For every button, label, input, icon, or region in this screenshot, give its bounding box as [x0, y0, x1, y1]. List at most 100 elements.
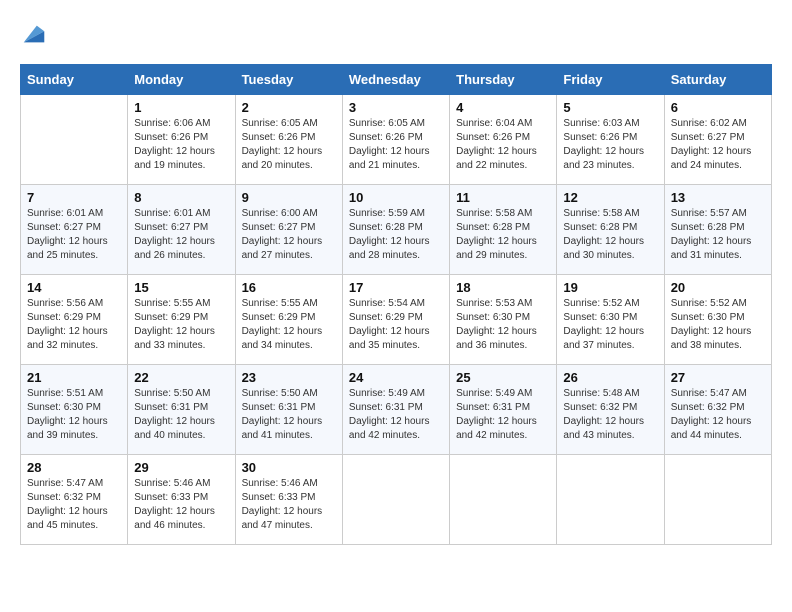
- day-info: Sunrise: 5:47 AM Sunset: 6:32 PM Dayligh…: [27, 477, 121, 533]
- calendar-cell: 10 Sunrise: 5:59 AM Sunset: 6:28 PM Dayli…: [342, 185, 449, 275]
- calendar-week-2: 7 Sunrise: 6:01 AM Sunset: 6:27 PM Daylig…: [21, 185, 772, 275]
- day-info: Sunrise: 5:57 AM Sunset: 6:28 PM Dayligh…: [671, 207, 765, 263]
- calendar-table: SundayMondayTuesdayWednesdayThursdayFrid…: [20, 64, 772, 545]
- calendar-cell: [557, 455, 664, 545]
- day-info: Sunrise: 5:52 AM Sunset: 6:30 PM Dayligh…: [671, 297, 765, 353]
- calendar-cell: 8Sunrise: 6:01 AM Sunset: 6:27 PM Daylig…: [128, 185, 235, 275]
- calendar-cell: 28 Sunrise: 5:47 AM Sunset: 6:32 PM Dayli…: [21, 455, 128, 545]
- day-number: 2: [242, 100, 336, 115]
- calendar-cell: 23 Sunrise: 5:50 AM Sunset: 6:31 PM Dayli…: [235, 365, 342, 455]
- day-info: Sunrise: 5:55 AM Sunset: 6:29 PM Dayligh…: [134, 297, 228, 353]
- day-info: Sunrise: 6:00 AM Sunset: 6:27 PM Dayligh…: [242, 207, 336, 263]
- day-header-saturday: Saturday: [664, 65, 771, 95]
- calendar-cell: 20 Sunrise: 5:52 AM Sunset: 6:30 PM Dayli…: [664, 275, 771, 365]
- day-info: Sunrise: 6:03 AM Sunset: 6:26 PM Dayligh…: [563, 117, 657, 173]
- day-number: 15: [134, 280, 228, 295]
- calendar-cell: 3Sunrise: 6:05 AM Sunset: 6:26 PM Daylig…: [342, 95, 449, 185]
- day-info: Sunrise: 5:50 AM Sunset: 6:31 PM Dayligh…: [242, 387, 336, 443]
- page-header: [20, 20, 772, 48]
- calendar-cell: 30 Sunrise: 5:46 AM Sunset: 6:33 PM Dayli…: [235, 455, 342, 545]
- calendar-cell: 14Sunrise: 5:56 AM Sunset: 6:29 PM Dayli…: [21, 275, 128, 365]
- calendar-cell: 27 Sunrise: 5:47 AM Sunset: 6:32 PM Dayli…: [664, 365, 771, 455]
- day-number: 27: [671, 370, 765, 385]
- day-header-tuesday: Tuesday: [235, 65, 342, 95]
- day-number: 28: [27, 460, 121, 475]
- day-info: Sunrise: 5:49 AM Sunset: 6:31 PM Dayligh…: [456, 387, 550, 443]
- day-info: Sunrise: 5:52 AM Sunset: 6:30 PM Dayligh…: [563, 297, 657, 353]
- day-info: Sunrise: 5:51 AM Sunset: 6:30 PM Dayligh…: [27, 387, 121, 443]
- day-info: Sunrise: 5:46 AM Sunset: 6:33 PM Dayligh…: [242, 477, 336, 533]
- calendar-week-4: 21 Sunrise: 5:51 AM Sunset: 6:30 PM Dayli…: [21, 365, 772, 455]
- day-number: 8: [134, 190, 228, 205]
- day-info: Sunrise: 5:53 AM Sunset: 6:30 PM Dayligh…: [456, 297, 550, 353]
- calendar-cell: 21 Sunrise: 5:51 AM Sunset: 6:30 PM Dayli…: [21, 365, 128, 455]
- day-number: 30: [242, 460, 336, 475]
- day-info: Sunrise: 5:48 AM Sunset: 6:32 PM Dayligh…: [563, 387, 657, 443]
- logo-icon: [20, 20, 48, 48]
- day-header-sunday: Sunday: [21, 65, 128, 95]
- calendar-cell: 16 Sunrise: 5:55 AM Sunset: 6:29 PM Dayli…: [235, 275, 342, 365]
- day-header-wednesday: Wednesday: [342, 65, 449, 95]
- calendar-cell: 15 Sunrise: 5:55 AM Sunset: 6:29 PM Dayli…: [128, 275, 235, 365]
- calendar-cell: 18 Sunrise: 5:53 AM Sunset: 6:30 PM Dayli…: [450, 275, 557, 365]
- day-number: 7: [27, 190, 121, 205]
- calendar-cell: [450, 455, 557, 545]
- day-info: Sunrise: 5:54 AM Sunset: 6:29 PM Dayligh…: [349, 297, 443, 353]
- day-info: Sunrise: 6:06 AM Sunset: 6:26 PM Dayligh…: [134, 117, 228, 173]
- day-info: Sunrise: 5:55 AM Sunset: 6:29 PM Dayligh…: [242, 297, 336, 353]
- calendar-cell: [21, 95, 128, 185]
- calendar-cell: [664, 455, 771, 545]
- calendar-cell: 19 Sunrise: 5:52 AM Sunset: 6:30 PM Dayli…: [557, 275, 664, 365]
- day-info: Sunrise: 5:58 AM Sunset: 6:28 PM Dayligh…: [456, 207, 550, 263]
- day-info: Sunrise: 5:58 AM Sunset: 6:28 PM Dayligh…: [563, 207, 657, 263]
- day-number: 20: [671, 280, 765, 295]
- day-number: 12: [563, 190, 657, 205]
- day-number: 19: [563, 280, 657, 295]
- day-info: Sunrise: 5:56 AM Sunset: 6:29 PM Dayligh…: [27, 297, 121, 353]
- day-header-monday: Monday: [128, 65, 235, 95]
- day-number: 18: [456, 280, 550, 295]
- day-header-friday: Friday: [557, 65, 664, 95]
- calendar-cell: 5 Sunrise: 6:03 AM Sunset: 6:26 PM Daylig…: [557, 95, 664, 185]
- calendar-cell: 4Sunrise: 6:04 AM Sunset: 6:26 PM Daylig…: [450, 95, 557, 185]
- day-number: 1: [134, 100, 228, 115]
- day-number: 5: [563, 100, 657, 115]
- day-number: 13: [671, 190, 765, 205]
- calendar-cell: 12 Sunrise: 5:58 AM Sunset: 6:28 PM Dayli…: [557, 185, 664, 275]
- day-number: 25: [456, 370, 550, 385]
- calendar-cell: 25 Sunrise: 5:49 AM Sunset: 6:31 PM Dayli…: [450, 365, 557, 455]
- day-number: 17: [349, 280, 443, 295]
- day-number: 24: [349, 370, 443, 385]
- day-info: Sunrise: 6:05 AM Sunset: 6:26 PM Dayligh…: [349, 117, 443, 173]
- calendar-cell: 29Sunrise: 5:46 AM Sunset: 6:33 PM Dayli…: [128, 455, 235, 545]
- calendar-cell: 11 Sunrise: 5:58 AM Sunset: 6:28 PM Dayli…: [450, 185, 557, 275]
- calendar-cell: 6 Sunrise: 6:02 AM Sunset: 6:27 PM Daylig…: [664, 95, 771, 185]
- calendar-cell: 22Sunrise: 5:50 AM Sunset: 6:31 PM Dayli…: [128, 365, 235, 455]
- day-number: 10: [349, 190, 443, 205]
- day-info: Sunrise: 6:05 AM Sunset: 6:26 PM Dayligh…: [242, 117, 336, 173]
- day-info: Sunrise: 6:02 AM Sunset: 6:27 PM Dayligh…: [671, 117, 765, 173]
- calendar-cell: 13 Sunrise: 5:57 AM Sunset: 6:28 PM Dayli…: [664, 185, 771, 275]
- day-info: Sunrise: 5:59 AM Sunset: 6:28 PM Dayligh…: [349, 207, 443, 263]
- calendar-cell: 24 Sunrise: 5:49 AM Sunset: 6:31 PM Dayli…: [342, 365, 449, 455]
- calendar-week-3: 14Sunrise: 5:56 AM Sunset: 6:29 PM Dayli…: [21, 275, 772, 365]
- day-number: 26: [563, 370, 657, 385]
- day-number: 11: [456, 190, 550, 205]
- calendar-cell: 7 Sunrise: 6:01 AM Sunset: 6:27 PM Daylig…: [21, 185, 128, 275]
- day-info: Sunrise: 5:47 AM Sunset: 6:32 PM Dayligh…: [671, 387, 765, 443]
- day-number: 6: [671, 100, 765, 115]
- calendar-cell: 1 Sunrise: 6:06 AM Sunset: 6:26 PM Daylig…: [128, 95, 235, 185]
- day-number: 23: [242, 370, 336, 385]
- day-number: 21: [27, 370, 121, 385]
- calendar-cell: 9 Sunrise: 6:00 AM Sunset: 6:27 PM Daylig…: [235, 185, 342, 275]
- calendar-cell: [342, 455, 449, 545]
- day-number: 16: [242, 280, 336, 295]
- day-info: Sunrise: 6:01 AM Sunset: 6:27 PM Dayligh…: [27, 207, 121, 263]
- day-info: Sunrise: 5:50 AM Sunset: 6:31 PM Dayligh…: [134, 387, 228, 443]
- day-number: 4: [456, 100, 550, 115]
- calendar-header-row: SundayMondayTuesdayWednesdayThursdayFrid…: [21, 65, 772, 95]
- day-number: 29: [134, 460, 228, 475]
- day-info: Sunrise: 5:49 AM Sunset: 6:31 PM Dayligh…: [349, 387, 443, 443]
- day-header-thursday: Thursday: [450, 65, 557, 95]
- day-number: 9: [242, 190, 336, 205]
